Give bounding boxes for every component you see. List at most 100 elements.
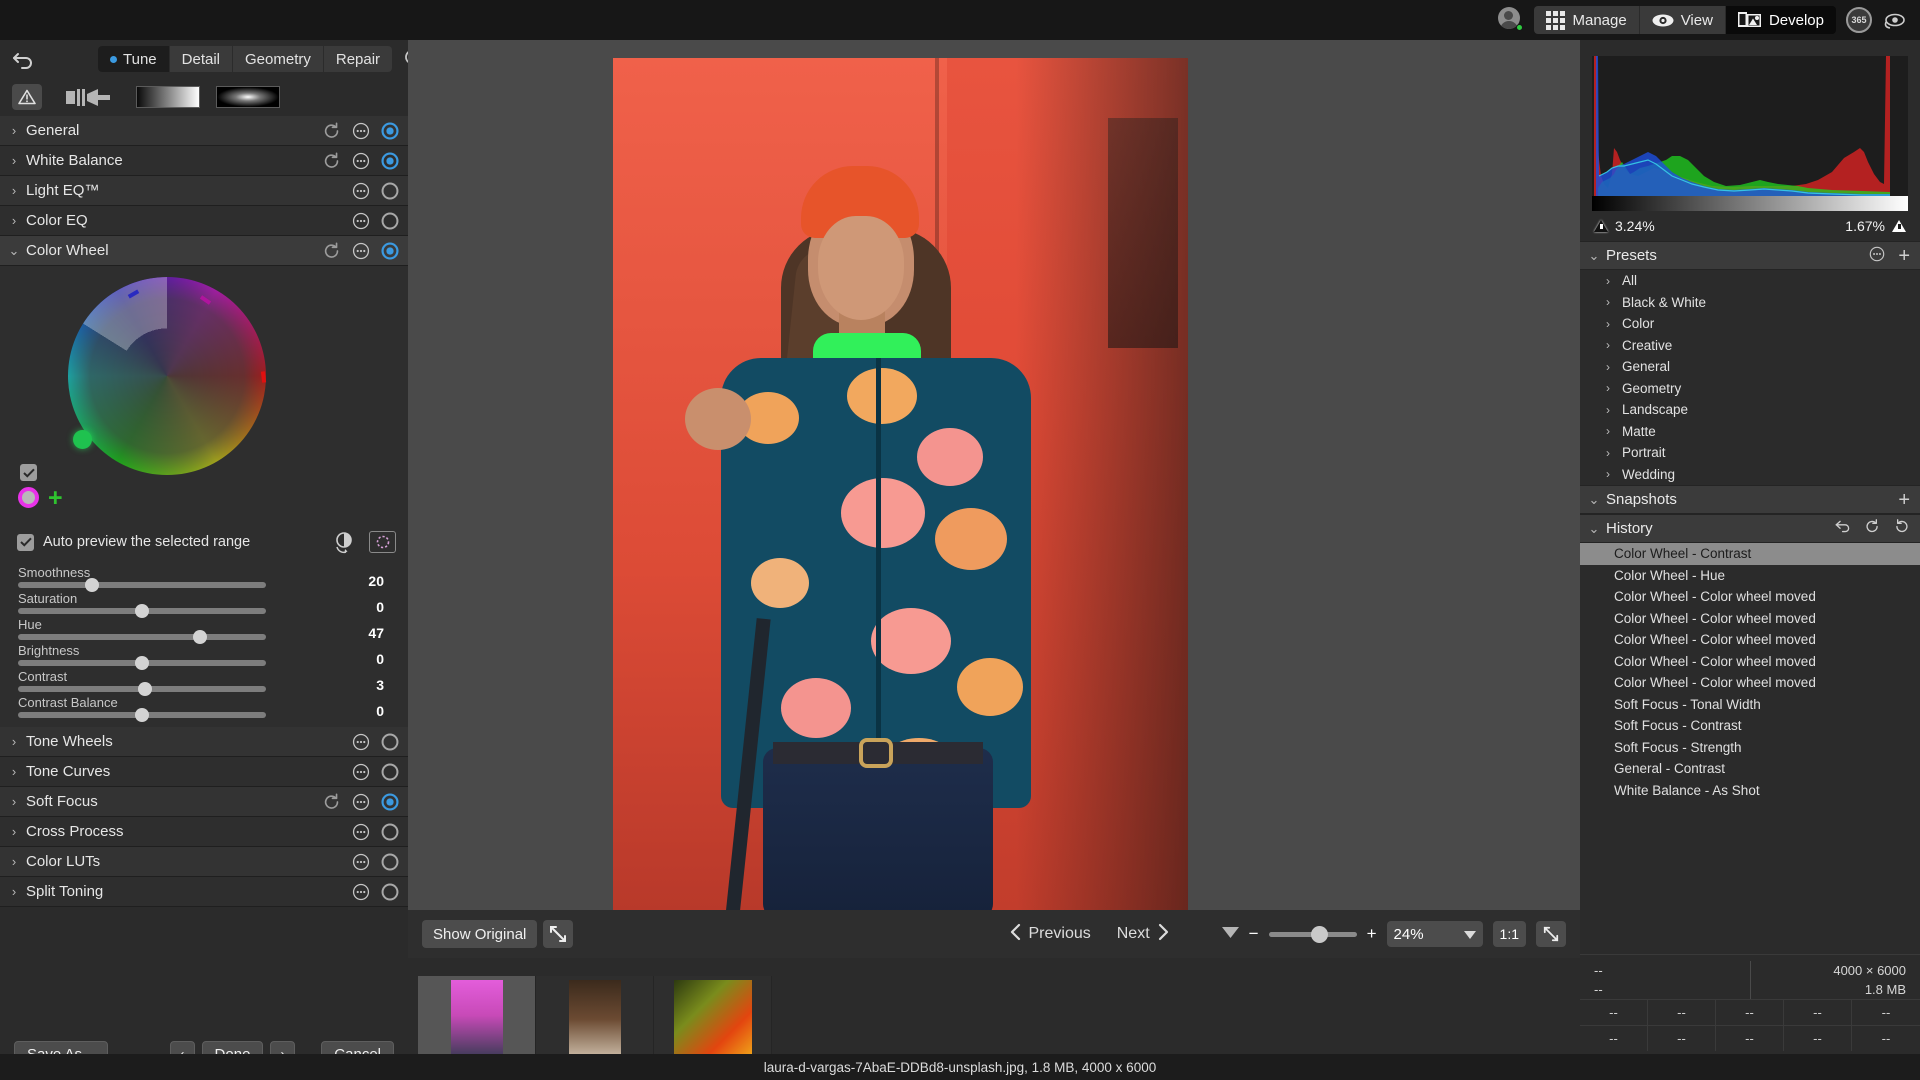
history-item[interactable]: Soft Focus - Strength [1580, 737, 1920, 759]
highlight-clip-icon[interactable] [1892, 220, 1906, 232]
enable-toggle-icon[interactable] [380, 211, 400, 231]
history-item[interactable]: White Balance - As Shot [1580, 780, 1920, 802]
enable-toggle-icon[interactable] [380, 241, 400, 261]
slider-track[interactable] [18, 712, 266, 718]
ellipsis-icon[interactable] [351, 852, 371, 872]
slider-track[interactable] [18, 608, 266, 614]
filmstrip-thumb-3[interactable] [654, 976, 772, 1062]
enable-toggle-icon[interactable] [380, 151, 400, 171]
shadow-clip-icon[interactable] [1594, 220, 1608, 232]
section-cross-process[interactable]: › Cross Process [0, 817, 408, 847]
zoom-level-select[interactable]: 24% [1387, 921, 1483, 947]
preset-group-black-white[interactable]: ›Black & White [1580, 292, 1920, 314]
zoom-slider[interactable] [1269, 932, 1357, 937]
tab-tune[interactable]: Tune [98, 46, 170, 72]
slider-knob[interactable] [193, 630, 207, 644]
preset-group-color[interactable]: ›Color [1580, 313, 1920, 335]
slider-knob[interactable] [138, 682, 152, 696]
previous-button-label[interactable]: Previous [1029, 925, 1091, 943]
slider-saturation[interactable]: Saturation 0 [0, 591, 408, 617]
history-item[interactable]: Color Wheel - Hue [1580, 565, 1920, 587]
section-split-toning[interactable]: › Split Toning [0, 877, 408, 907]
ellipsis-icon[interactable] [351, 151, 371, 171]
radial-gradient-icon[interactable] [216, 86, 280, 108]
slider-knob[interactable] [85, 578, 99, 592]
history-item[interactable]: General - Contrast [1580, 758, 1920, 780]
slider-contrast[interactable]: Contrast 3 [0, 669, 408, 695]
mode-view-button[interactable]: View [1639, 6, 1725, 34]
preset-group-geometry[interactable]: ›Geometry [1580, 378, 1920, 400]
mode-manage-button[interactable]: Manage [1534, 6, 1638, 34]
show-original-button[interactable]: Show Original [422, 920, 537, 948]
next-button-label[interactable]: Next [1117, 925, 1150, 943]
undo-icon[interactable] [12, 46, 36, 72]
enable-toggle-icon[interactable] [380, 762, 400, 782]
slider-knob[interactable] [135, 656, 149, 670]
slider-track[interactable] [18, 660, 266, 666]
badge-365[interactable]: 365 [1846, 7, 1872, 33]
history-item[interactable]: Color Wheel - Color wheel moved [1580, 608, 1920, 630]
plus-icon[interactable]: + [1898, 248, 1910, 264]
history-item[interactable]: Soft Focus - Contrast [1580, 715, 1920, 737]
slider-hue[interactable]: Hue 47 [0, 617, 408, 643]
expand-arrows-icon[interactable] [543, 920, 573, 948]
range-checkbox[interactable] [20, 464, 37, 481]
reset-icon[interactable] [322, 792, 342, 812]
section-tone-wheels[interactable]: › Tone Wheels [0, 727, 408, 757]
history-item[interactable]: Color Wheel - Color wheel moved [1580, 672, 1920, 694]
enable-toggle-icon[interactable] [380, 822, 400, 842]
eye-rotate-icon[interactable] [1882, 9, 1908, 31]
zoom-slider-knob[interactable] [1311, 926, 1328, 943]
selection-range-icon[interactable] [369, 531, 396, 553]
enable-toggle-icon[interactable] [380, 852, 400, 872]
history-item[interactable]: Color Wheel - Color wheel moved [1580, 651, 1920, 673]
auto-preview-checkbox[interactable] [17, 534, 34, 551]
section-color-wheel[interactable]: ⌄ Color Wheel [0, 236, 408, 266]
preset-group-landscape[interactable]: ›Landscape [1580, 399, 1920, 421]
zoom-in-button[interactable]: + [1367, 924, 1377, 944]
ellipsis-icon[interactable] [351, 762, 371, 782]
reset-icon[interactable] [322, 151, 342, 171]
enable-toggle-icon[interactable] [380, 882, 400, 902]
slider-track[interactable] [18, 634, 266, 640]
enable-toggle-icon[interactable] [380, 732, 400, 752]
zoom-out-button[interactable]: − [1249, 924, 1259, 944]
ellipsis-icon[interactable] [351, 822, 371, 842]
ellipsis-icon[interactable] [351, 211, 371, 231]
slider-contrast-balance[interactable]: Contrast Balance 0 [0, 695, 408, 721]
section-color-eq[interactable]: › Color EQ [0, 206, 408, 236]
tab-geometry[interactable]: Geometry [233, 46, 324, 72]
plus-icon[interactable]: + [48, 491, 63, 505]
preset-group-portrait[interactable]: ›Portrait [1580, 442, 1920, 464]
slider-brightness[interactable]: Brightness 0 [0, 643, 408, 669]
slider-track[interactable] [18, 686, 266, 692]
chevron-left-icon[interactable] [1009, 923, 1023, 946]
ellipsis-icon[interactable] [1868, 245, 1886, 267]
section-color-luts[interactable]: › Color LUTs [0, 847, 408, 877]
ellipsis-icon[interactable] [351, 732, 371, 752]
enable-toggle-icon[interactable] [380, 792, 400, 812]
color-picker-ring-icon[interactable] [18, 487, 39, 508]
warning-triangle-icon[interactable] [12, 84, 42, 110]
mode-develop-button[interactable]: Develop [1725, 6, 1836, 34]
mask-invert-icon[interactable] [332, 530, 357, 555]
reset-icon[interactable] [322, 241, 342, 261]
reset-icon[interactable] [322, 121, 342, 141]
ellipsis-icon[interactable] [351, 241, 371, 261]
filmstrip-thumb-1[interactable] [418, 976, 536, 1062]
slider-track[interactable] [18, 582, 266, 588]
section-general[interactable]: › General [0, 116, 408, 146]
reset-icon[interactable] [1864, 519, 1881, 538]
preset-group-all[interactable]: ›All [1580, 270, 1920, 292]
preset-group-wedding[interactable]: ›Wedding [1580, 464, 1920, 486]
slider-knob[interactable] [135, 604, 149, 618]
tab-detail[interactable]: Detail [170, 46, 233, 72]
ellipsis-icon[interactable] [351, 121, 371, 141]
filmstrip-thumb-2[interactable] [536, 976, 654, 1062]
history-item[interactable]: Color Wheel - Color wheel moved [1580, 586, 1920, 608]
section-tone-curves[interactable]: › Tone Curves [0, 757, 408, 787]
snapshots-header[interactable]: ⌄ Snapshots + [1580, 485, 1920, 514]
image-canvas[interactable] [408, 40, 1580, 910]
fit-to-screen-icon[interactable] [1536, 921, 1566, 947]
ellipsis-icon[interactable] [351, 882, 371, 902]
